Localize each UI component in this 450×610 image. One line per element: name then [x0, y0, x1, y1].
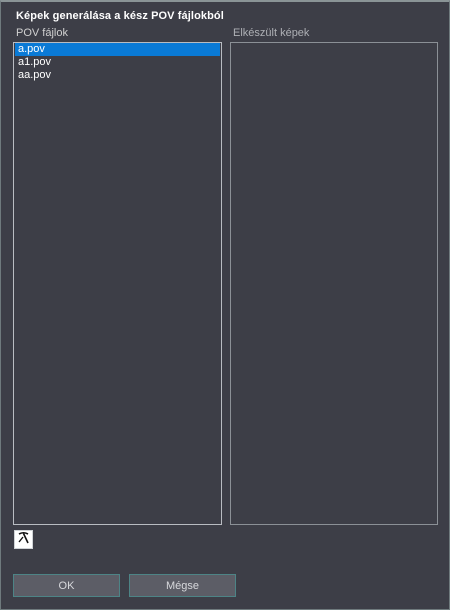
list-item[interactable]: a.pov — [15, 43, 220, 56]
generated-images-label: Elkészült képek — [233, 27, 310, 39]
pov-files-label: POV fájlok — [16, 27, 68, 39]
pickaxe-icon — [17, 531, 30, 549]
generated-images-panel[interactable] — [230, 42, 438, 525]
dialog-title: Képek generálása a kész POV fájlokból — [16, 10, 224, 22]
cancel-button[interactable]: Mégse — [129, 574, 236, 597]
tool-button[interactable] — [14, 530, 33, 549]
ok-button[interactable]: OK — [13, 574, 120, 597]
list-item[interactable]: aa.pov — [15, 69, 220, 82]
list-item[interactable]: a1.pov — [15, 56, 220, 69]
dialog-window: Képek generálása a kész POV fájlokból PO… — [0, 0, 450, 610]
pov-files-list[interactable]: a.pov a1.pov aa.pov — [13, 42, 222, 525]
